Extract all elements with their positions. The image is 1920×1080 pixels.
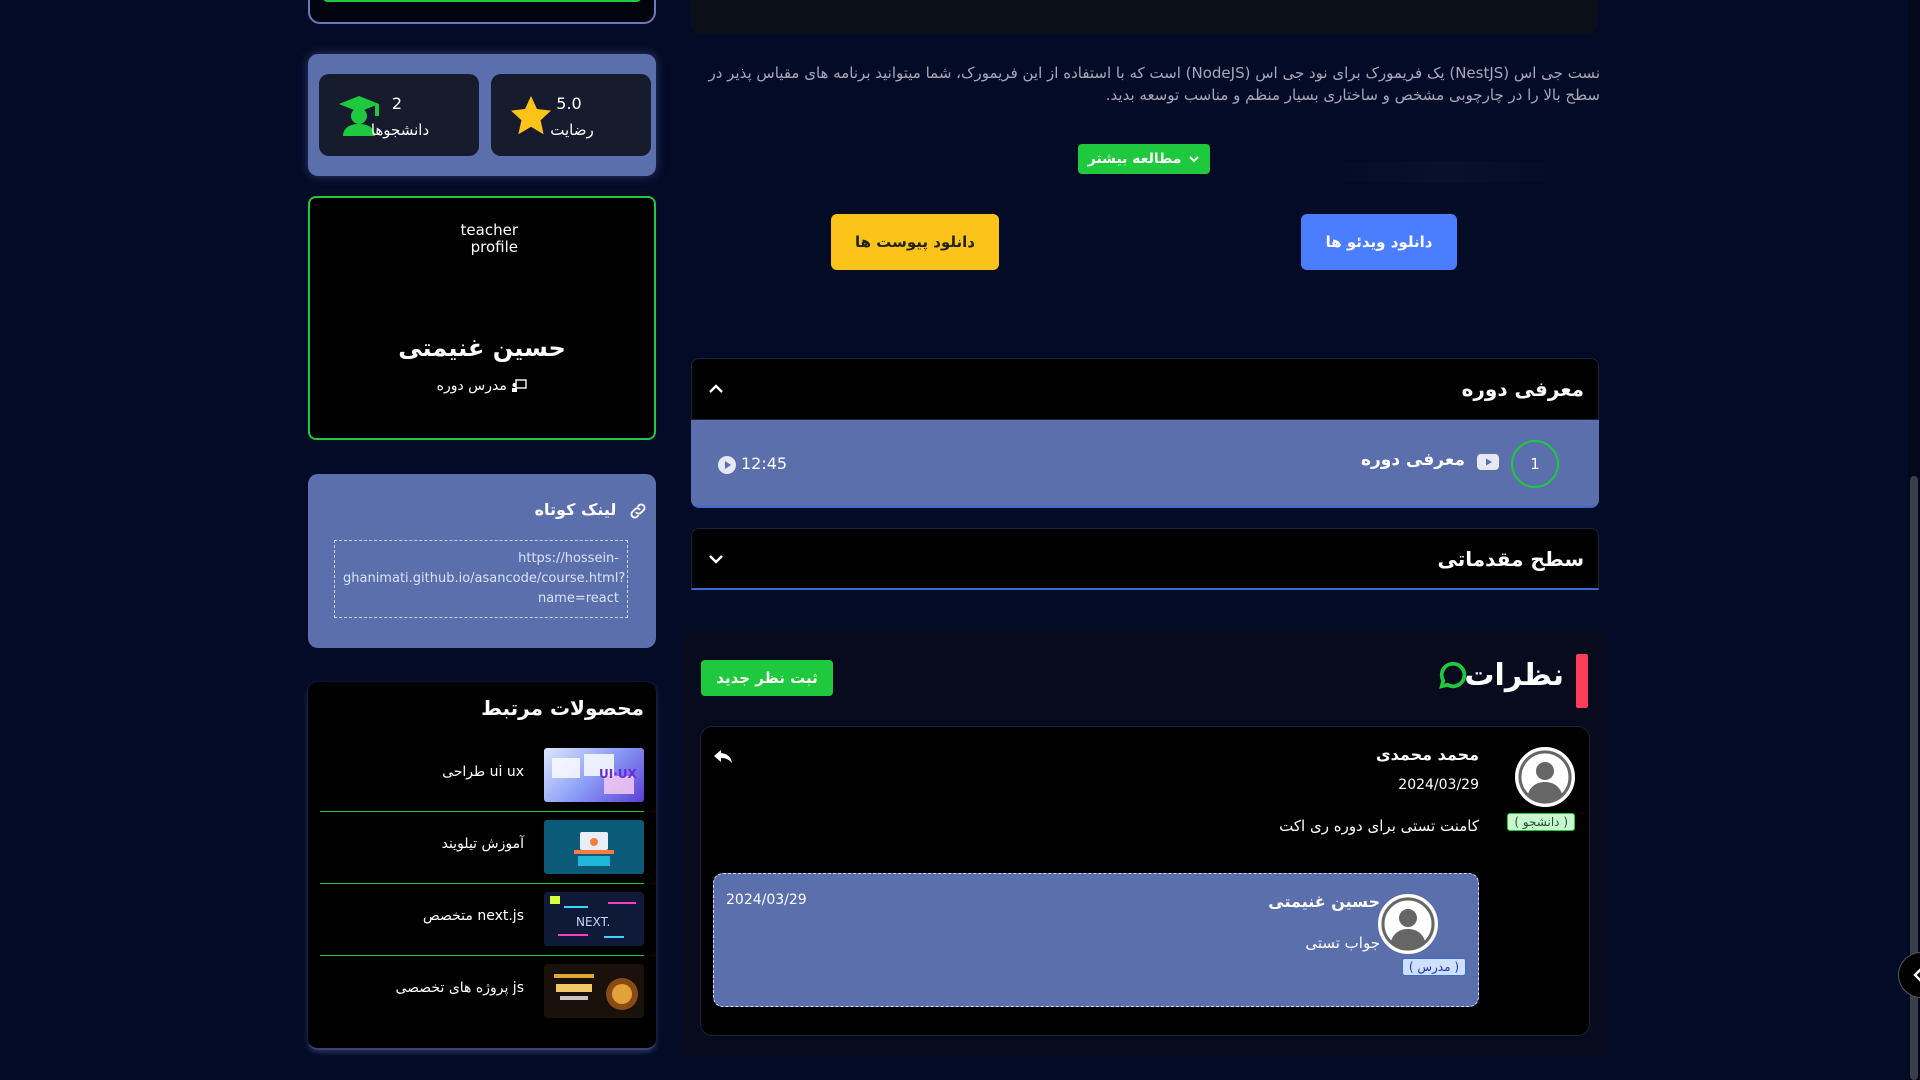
students-label: دانشجوها — [370, 121, 430, 139]
students-stat: 2 دانشجوها — [319, 74, 479, 156]
short-link-title: لینک کوتاه — [535, 500, 648, 521]
teacher-badge: ( مدرس ) — [1401, 958, 1466, 976]
short-link-card: لینک کوتاه https://hossein-ghanimati.git… — [308, 474, 656, 648]
student-badge: ( دانشجو ) — [1507, 813, 1575, 831]
related-product-item[interactable]: آموزش تیلویند — [320, 812, 644, 884]
reply-author: حسین غنیمتی — [1268, 892, 1380, 911]
comment-text: کامنت تستی برای دوره ری اکت — [1279, 817, 1479, 835]
read-more-label: مطالعه بیشتر — [1087, 151, 1182, 167]
avatar — [1515, 747, 1575, 807]
section-title: معرفی دوره — [1461, 377, 1584, 401]
course-banner-bottom — [690, 0, 1598, 34]
comment-card: ( دانشجو ) محمد محمدی 2024/03/29 کامنت ت… — [700, 726, 1590, 1036]
rating-stat: 5.0 رضایت — [491, 74, 651, 156]
teacher-name[interactable]: حسین غنیمتی — [310, 334, 654, 362]
teacher-avatar-image: teacher profile — [460, 222, 518, 256]
rating-value: 5.0 — [556, 94, 582, 113]
svg-text:UI·UX: UI·UX — [599, 767, 638, 781]
section-title: سطح مقدماتی — [1437, 547, 1585, 571]
lesson-number: 1 — [1511, 440, 1559, 488]
section-header-beginner[interactable]: سطح مقدماتی — [691, 528, 1599, 590]
product-label[interactable]: طراحی ui ux — [442, 764, 524, 780]
chevron-down-icon[interactable] — [706, 549, 726, 569]
related-products-card: محصولات مرتبط UI·UX طراحی ui ux آموزش تی… — [308, 682, 656, 1050]
reply-text: جواب تستی — [1305, 934, 1380, 952]
related-product-item[interactable]: NEXT. متخصص next.js — [320, 884, 644, 956]
lesson-title[interactable]: معرفی دوره — [1361, 450, 1465, 470]
product-label[interactable]: آموزش تیلویند — [442, 836, 524, 852]
avatar — [1378, 894, 1438, 954]
product-thumbnail[interactable]: UI·UX — [544, 748, 644, 802]
comment-reply: ( مدرس ) حسین غنیمتی جواب تستی 2024/03/2… — [713, 873, 1479, 1007]
read-more-button[interactable]: مطالعه بیشتر — [1078, 144, 1210, 174]
svg-text:NEXT.: NEXT. — [576, 915, 610, 929]
product-thumbnail[interactable] — [544, 820, 644, 874]
teacher-card: teacher profile حسین غنیمتی مدرس دوره — [308, 196, 656, 440]
link-icon — [630, 503, 646, 518]
side-drawer-toggle[interactable] — [1898, 952, 1920, 998]
lesson-duration: 12:45 — [717, 454, 787, 475]
chalkboard-teacher-icon — [512, 379, 528, 392]
teacher-role: مدرس دوره — [310, 378, 654, 394]
comments-accent-bar — [1576, 654, 1588, 708]
chevron-up-icon[interactable] — [706, 379, 726, 399]
reply-icon[interactable] — [711, 745, 735, 769]
rating-label: رضایت — [550, 121, 594, 139]
chevron-left-icon — [1913, 968, 1920, 982]
lesson-row[interactable]: 1 معرفی دوره 12:45 — [691, 420, 1599, 508]
related-product-item[interactable]: UI·UX طراحی ui ux — [320, 740, 644, 812]
comment-date: 2024/03/29 — [1398, 777, 1479, 793]
section-header-intro[interactable]: معرفی دوره — [691, 358, 1599, 420]
product-label[interactable]: پروژه های تخصصی js — [395, 980, 524, 996]
youtube-icon — [1477, 454, 1499, 470]
user-icon — [1518, 750, 1572, 804]
user-icon — [1381, 897, 1435, 951]
course-stats-card: 5.0 رضایت 2 دانشجوها — [308, 54, 656, 176]
play-circle-icon[interactable] — [717, 455, 737, 475]
short-link-title-text: لینک کوتاه — [534, 500, 617, 519]
related-product-item[interactable]: پروژه های تخصصی js — [320, 956, 644, 1028]
faded-text-overlay — [1300, 162, 1590, 182]
product-label[interactable]: متخصص next.js — [423, 908, 524, 924]
teacher-role-label: مدرس دوره — [436, 378, 507, 394]
lesson-duration-text: 12:45 — [741, 454, 788, 473]
students-value: 2 — [391, 94, 403, 113]
add-comment-button[interactable]: ثبت نظر جدید — [701, 660, 833, 696]
download-attachments-button[interactable]: دانلود پیوست ها — [831, 214, 999, 270]
product-thumbnail[interactable] — [544, 964, 644, 1018]
product-thumbnail[interactable]: NEXT. — [544, 892, 644, 946]
register-button[interactable] — [322, 0, 642, 2]
page-scrollbar[interactable] — [1908, 0, 1920, 1080]
reply-date: 2024/03/29 — [726, 892, 807, 908]
comments-title: نظرات — [1464, 658, 1564, 693]
related-products-title: محصولات مرتبط — [481, 696, 644, 720]
download-videos-button[interactable]: دانلود ویدئو ها — [1301, 214, 1457, 270]
comment-author: محمد محمدی — [1375, 745, 1479, 764]
short-link-url[interactable]: https://hossein-ghanimati.github.io/asan… — [334, 540, 628, 618]
comment-bubble-icon — [1439, 661, 1467, 689]
chevron-down-icon — [1189, 156, 1200, 163]
course-description: نست جی اس (NestJS) یک فریمورک برای نود ج… — [708, 64, 1600, 104]
sidebar-top-card — [308, 0, 656, 24]
comments-section: نظرات ثبت نظر جدید ( دانشجو ) محمد محمدی… — [682, 630, 1608, 1056]
